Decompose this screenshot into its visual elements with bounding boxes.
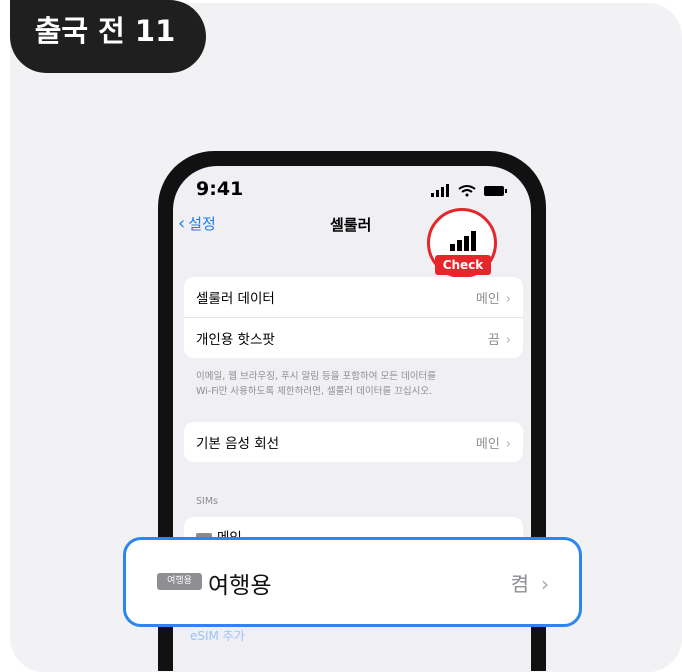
travel-sim-callout[interactable]: 여행용 여행용 켬 › [123, 537, 582, 627]
back-label: 설정 [188, 215, 216, 233]
add-esim-link[interactable]: eSIM 추가 [190, 627, 245, 644]
chevron-right-icon: › [505, 332, 511, 348]
sim-tag: 여행용 [157, 573, 202, 590]
chevron-left-icon: ‹ [178, 213, 186, 234]
cellular-settings-group: 셀룰러 데이터 메인 › 개인용 핫스팟 끔 › [184, 277, 523, 358]
check-tag: Check [435, 255, 491, 275]
row-cellular-data[interactable]: 셀룰러 데이터 메인 › [184, 277, 523, 317]
row-value: 메인 [475, 436, 500, 452]
row-value: 끔 [487, 332, 500, 348]
sims-header: SIMs [196, 496, 218, 507]
chevron-right-icon: › [541, 572, 549, 596]
sim-name: 여행용 [208, 573, 272, 599]
row-label: 개인용 핫스팟 [196, 332, 275, 348]
row-label: 셀룰러 데이터 [196, 291, 275, 307]
note-line: Wi-Fi만 사용하도록 제한하려면, 셀룰러 데이터를 끄십시오. [196, 386, 433, 397]
chevron-right-icon: › [505, 291, 511, 307]
sim-status: 켬 [510, 572, 529, 596]
wifi-icon [458, 185, 476, 197]
note-line: 이메일, 웹 브라우징, 푸시 알림 등을 포함하여 모든 데이터를 [196, 371, 436, 382]
row-default-voice-line[interactable]: 기본 음성 회선 메인 › [184, 422, 523, 462]
row-label: 기본 음성 회선 [196, 436, 280, 452]
row-personal-hotspot[interactable]: 개인용 핫스팟 끔 › [184, 317, 523, 358]
cellular-note: 이메일, 웹 브라우징, 푸시 알림 등을 포함하여 모든 데이터를 Wi-Fi… [196, 369, 516, 399]
battery-icon [484, 186, 507, 196]
cellular-signal-icon [431, 184, 449, 197]
chevron-right-icon: › [505, 436, 511, 452]
step-badge: 출국 전 11 [10, 0, 206, 73]
back-button[interactable]: ‹ 설정 [178, 213, 216, 234]
row-value: 메인 [475, 291, 500, 307]
page-title: 셀룰러 [330, 216, 372, 234]
status-icons [431, 184, 507, 197]
voice-group: 기본 음성 회선 메인 › [184, 422, 523, 462]
status-time: 9:41 [196, 178, 244, 200]
